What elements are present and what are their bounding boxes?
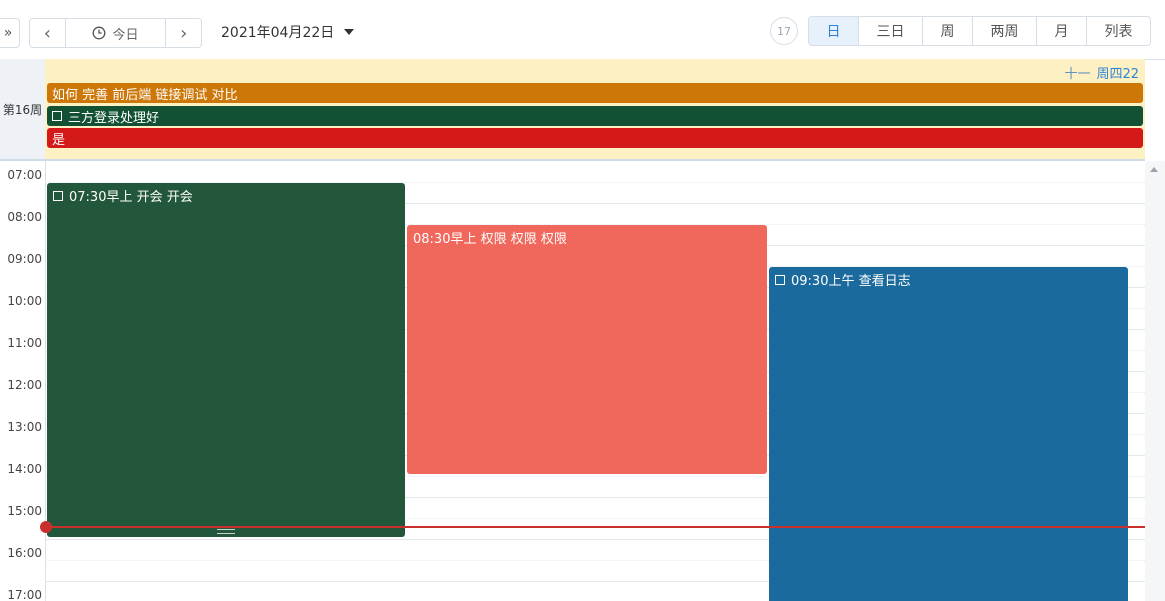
clock-icon — [93, 26, 106, 40]
time-axis: 07:00 08:00 09:00 10:00 11:00 12:00 13:0… — [0, 161, 46, 601]
event-title: 三方登录处理好 — [68, 110, 160, 126]
allday-area: 十一 周四22 如何 完善 前后端 链接调试 对比 三方登录处理好 是 — [45, 59, 1145, 159]
date-navigation: ‹ 今日 › — [29, 18, 202, 48]
calendar-toolbar: » ‹ 今日 › 2021年04月22日 17 日 三日 周 两周 月 列表 — [0, 0, 1165, 60]
view-month-button[interactable]: 月 — [1036, 17, 1086, 45]
allday-event[interactable]: 是 — [47, 128, 1143, 148]
week-number-label: 第16周 — [0, 59, 45, 159]
allday-event[interactable]: 如何 完善 前后端 链接调试 对比 — [47, 83, 1143, 103]
current-time-line — [45, 526, 1145, 528]
day-header[interactable]: 十一 周四22 — [1064, 63, 1139, 82]
prev-button[interactable]: ‹ — [30, 19, 66, 47]
allday-event[interactable]: 三方登录处理好 — [47, 106, 1143, 126]
hour-label: 13:00 — [7, 420, 42, 434]
day-number-badge[interactable]: 17 — [770, 17, 798, 45]
vertical-scrollbar[interactable] — [1145, 161, 1165, 601]
calendar-event[interactable]: 09:30上午 查看日志 — [769, 267, 1128, 601]
checkbox-icon[interactable] — [52, 111, 62, 121]
expand-sidebar-button[interactable]: » — [0, 18, 20, 48]
calendar-event[interactable]: 08:30早上 权限 权限 权限 — [407, 225, 767, 474]
event-title: 是 — [52, 132, 66, 148]
view-day-button[interactable]: 日 — [809, 17, 858, 45]
calendar-event[interactable]: 07:30早上 开会 开会 — [47, 183, 405, 537]
today-label: 今日 — [112, 27, 139, 43]
hour-label: 07:00 — [7, 168, 42, 182]
view-switcher: 日 三日 周 两周 月 列表 — [808, 16, 1151, 46]
hour-label: 16:00 — [7, 546, 42, 560]
checkbox-icon[interactable] — [775, 274, 785, 285]
view-list-button[interactable]: 列表 — [1086, 17, 1150, 45]
caret-down-icon — [344, 29, 355, 35]
checkbox-icon[interactable] — [53, 190, 63, 201]
event-title: 如何 完善 前后端 链接调试 对比 — [52, 87, 238, 103]
double-chevron-right-icon: » — [3, 25, 13, 41]
hour-label: 09:00 — [7, 252, 42, 266]
hour-label: 15:00 — [7, 504, 42, 518]
date-picker[interactable]: 2021年04月22日 — [221, 22, 355, 42]
hour-label: 10:00 — [7, 294, 42, 308]
hour-label: 12:00 — [7, 378, 42, 392]
chevron-right-icon: › — [180, 22, 188, 44]
weekday-date: 周四22 — [1096, 67, 1139, 82]
current-date: 2021年04月22日 — [221, 25, 335, 41]
time-grid[interactable]: 07:00 08:00 09:00 10:00 11:00 12:00 13:0… — [0, 161, 1165, 601]
resize-handle[interactable] — [217, 529, 235, 534]
event-title: 09:30上午 查看日志 — [791, 274, 911, 289]
event-title: 08:30早上 权限 权限 权限 — [413, 232, 567, 247]
view-2week-button[interactable]: 两周 — [972, 17, 1036, 45]
hour-label: 17:00 — [7, 588, 42, 601]
chevron-left-icon: ‹ — [43, 22, 51, 44]
today-button[interactable]: 今日 — [66, 19, 167, 47]
view-week-button[interactable]: 周 — [922, 17, 972, 45]
scroll-up-arrow-icon[interactable] — [1150, 167, 1158, 172]
event-title: 07:30早上 开会 开会 — [69, 190, 193, 205]
hour-label: 14:00 — [7, 462, 42, 476]
hour-label: 08:00 — [7, 210, 42, 224]
next-button[interactable]: › — [166, 19, 201, 47]
view-3day-button[interactable]: 三日 — [858, 17, 922, 45]
current-time-dot — [40, 521, 52, 533]
lunar-date: 十一 — [1064, 67, 1091, 82]
hour-label: 11:00 — [7, 336, 42, 350]
